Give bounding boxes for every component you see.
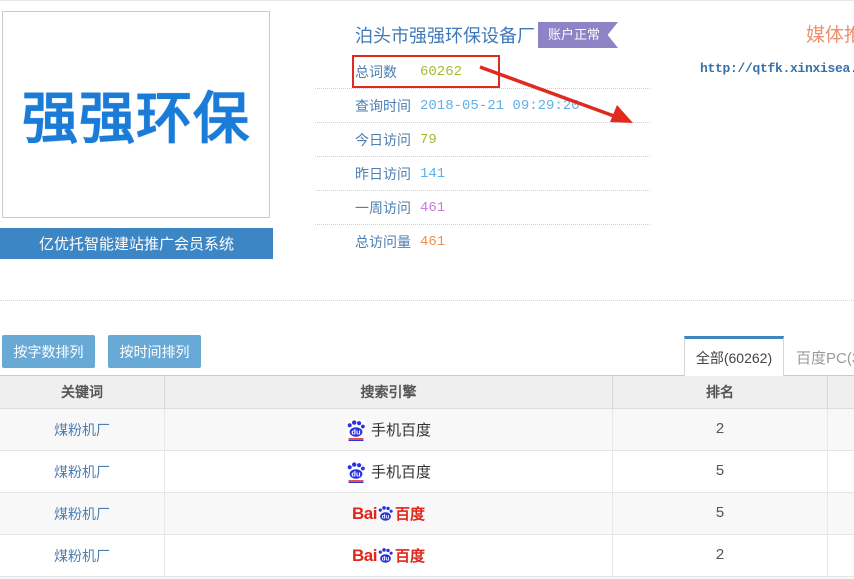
stat-row-yesterday-visits: 昨日访问 141: [315, 157, 650, 191]
engine-cell: du 手机百度: [165, 409, 613, 450]
keyword-link[interactable]: 煤粉机厂: [54, 546, 110, 566]
company-logo-text: 强强环保: [22, 74, 250, 155]
baidu-logo-latin: Bai: [352, 546, 377, 566]
rank-cell: 5: [613, 493, 828, 534]
sort-by-wordcount-label: 按字数排列: [14, 342, 84, 362]
engine-cell: Bai du 百度: [165, 493, 613, 534]
baidu-pc-logo: Bai du 百度: [352, 545, 425, 566]
stat-value: 141: [420, 166, 445, 182]
tab-baidu-pc-label: 百度PC(30: [796, 347, 854, 368]
baidu-logo-cn: 百度: [395, 545, 425, 566]
sort-by-time-label: 按时间排列: [120, 342, 190, 362]
sort-by-time-button[interactable]: 按时间排列: [108, 335, 201, 368]
dashboard-page: 强强环保 亿优托智能建站推广会员系统 泊头市强强环保设备厂 账户正常 媒体推广 …: [0, 0, 854, 579]
header-rank: 排名: [613, 376, 828, 408]
rank-value: 5: [715, 463, 724, 480]
rank-value: 2: [715, 421, 724, 438]
engine-cell: Bai du 百度: [165, 535, 613, 576]
table-row: 煤粉机厂 Bai du 百度 2: [0, 535, 854, 577]
keyword-cell: 煤粉机厂: [0, 409, 165, 450]
table-row: 煤粉机厂 du 手机百度: [0, 409, 854, 451]
stat-value: 2018-05-21 09:29:20: [420, 98, 580, 114]
stat-row-total-words: 总词数 60262: [315, 55, 650, 89]
keyword-link[interactable]: 煤粉机厂: [54, 462, 110, 482]
section-divider: [0, 300, 854, 301]
keyword-link[interactable]: 煤粉机厂: [54, 420, 110, 440]
site-url-link[interactable]: http://qtfk.xinxisea.: [700, 61, 854, 76]
baidu-paw-icon: du: [377, 505, 394, 523]
baidu-paw-icon: du: [377, 547, 394, 565]
keyword-cell: 煤粉机厂: [0, 535, 165, 576]
keyword-link[interactable]: 煤粉机厂: [54, 504, 110, 524]
stat-label: 查询时间: [355, 96, 411, 116]
rank-cell: 5: [613, 451, 828, 492]
stat-label: 总词数: [355, 62, 397, 82]
extra-cell: [828, 535, 854, 576]
stat-value: 461: [420, 200, 445, 216]
stat-row-total-visits: 总访问量 461: [315, 225, 650, 259]
account-status-badge: 账户正常: [538, 22, 618, 48]
engine-name: 手机百度: [371, 419, 431, 440]
baidu-logo-latin: Bai: [352, 504, 377, 524]
member-system-banner: 亿优托智能建站推广会员系统: [0, 228, 273, 259]
rank-cell: 2: [613, 535, 828, 576]
sort-by-wordcount-button[interactable]: 按字数排列: [2, 335, 95, 368]
table-row: 煤粉机厂 Bai du 百度 5: [0, 493, 854, 535]
stat-value: 60262: [420, 64, 462, 80]
mobile-baidu-icon: du: [346, 419, 366, 441]
keyword-ranking-table: 关键词 搜索引擎 排名 煤粉机厂 du: [0, 375, 854, 579]
baidu-logo-cn: 百度: [395, 503, 425, 524]
table-header-row: 关键词 搜索引擎 排名: [0, 375, 854, 409]
engine-cell: du 手机百度: [165, 451, 613, 492]
keyword-cell: 煤粉机厂: [0, 493, 165, 534]
header-extra: [828, 376, 854, 408]
tab-all-keywords[interactable]: 全部(60262): [684, 336, 784, 376]
tab-baidu-pc[interactable]: 百度PC(30: [796, 339, 854, 375]
tab-all-keywords-label: 全部(60262): [696, 348, 772, 368]
rank-value: 5: [715, 505, 724, 522]
stat-label: 今日访问: [355, 130, 411, 150]
header-engine: 搜索引擎: [165, 376, 613, 408]
svg-text:du: du: [382, 513, 390, 520]
keyword-cell: 煤粉机厂: [0, 451, 165, 492]
company-logo: 强强环保: [2, 11, 270, 218]
mobile-baidu-icon: du: [346, 461, 366, 483]
extra-cell: [828, 409, 854, 450]
stat-value: 461: [420, 234, 445, 250]
company-name-title: 泊头市强强环保设备厂: [355, 22, 535, 48]
media-section-heading: 媒体推广: [806, 20, 854, 47]
svg-text:du: du: [351, 427, 361, 436]
table-row: 煤粉机厂 du 手机百度: [0, 451, 854, 493]
stat-label: 昨日访问: [355, 164, 411, 184]
stat-row-today-visits: 今日访问 79: [315, 123, 650, 157]
account-stats-list: 总词数 60262 查询时间 2018-05-21 09:29:20 今日访问 …: [315, 55, 650, 259]
member-system-banner-label: 亿优托智能建站推广会员系统: [39, 233, 234, 254]
rank-cell: 2: [613, 409, 828, 450]
stat-value: 79: [420, 132, 437, 148]
engine-name: 手机百度: [371, 461, 431, 482]
header-keyword: 关键词: [0, 376, 165, 408]
extra-cell: [828, 493, 854, 534]
stat-row-week-visits: 一周访问 461: [315, 191, 650, 225]
baidu-pc-logo: Bai du 百度: [352, 503, 425, 524]
stat-row-query-time: 查询时间 2018-05-21 09:29:20: [315, 89, 650, 123]
stat-label: 总访问量: [355, 232, 411, 252]
svg-text:du: du: [382, 555, 390, 562]
rank-value: 2: [715, 547, 724, 564]
stat-label: 一周访问: [355, 198, 411, 218]
extra-cell: [828, 451, 854, 492]
svg-text:du: du: [351, 469, 361, 478]
